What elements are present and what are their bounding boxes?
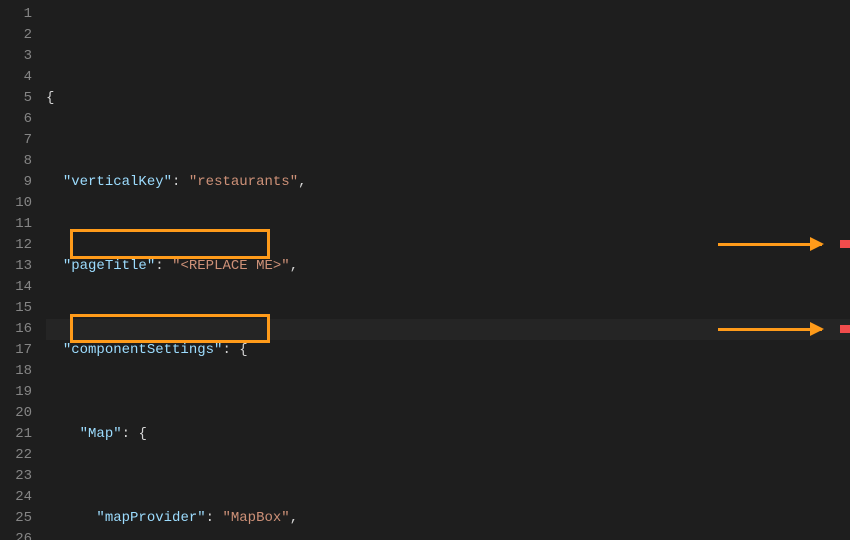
line-number: 26 [0, 529, 32, 540]
highlight-box-line12 [70, 229, 270, 259]
line-number: 3 [0, 46, 32, 67]
line-number: 8 [0, 151, 32, 172]
line-number: 13 [0, 256, 32, 277]
error-marker-icon[interactable] [840, 240, 850, 248]
line-number-gutter: 1 2 3 4 5 6 7 8 9 10 11 12 13 14 15 16 1… [0, 0, 46, 540]
line-number: 6 [0, 109, 32, 130]
line-number: 12 [0, 235, 32, 256]
line-number: 18 [0, 361, 32, 382]
line-number: 20 [0, 403, 32, 424]
line-number: 21 [0, 424, 32, 445]
code-line[interactable]: { [46, 88, 850, 109]
line-number: 4 [0, 67, 32, 88]
line-number: 15 [0, 298, 32, 319]
line-number: 16 [0, 319, 32, 340]
line-number: 1 [0, 4, 32, 25]
line-number: 11 [0, 214, 32, 235]
code-line[interactable]: "Map": { [46, 424, 850, 445]
code-line[interactable]: "pageTitle": "<REPLACE ME>", [46, 256, 850, 277]
overview-ruler[interactable] [840, 0, 850, 540]
code-editor[interactable]: 1 2 3 4 5 6 7 8 9 10 11 12 13 14 15 16 1… [0, 0, 850, 540]
line-number: 22 [0, 445, 32, 466]
code-area[interactable]: { "verticalKey": "restaurants", "pageTit… [46, 0, 850, 540]
arrow-right-icon [718, 243, 822, 246]
line-number: 14 [0, 277, 32, 298]
code-line[interactable]: "componentSettings": { [46, 340, 850, 361]
line-number: 10 [0, 193, 32, 214]
highlight-box-line16 [70, 314, 270, 343]
line-number: 7 [0, 130, 32, 151]
error-marker-icon[interactable] [840, 325, 850, 333]
code-line[interactable]: "mapProvider": "MapBox", [46, 508, 850, 529]
line-number: 2 [0, 25, 32, 46]
line-number: 5 [0, 88, 32, 109]
code-line[interactable]: "verticalKey": "restaurants", [46, 172, 850, 193]
line-number: 23 [0, 466, 32, 487]
line-number: 24 [0, 487, 32, 508]
line-number: 19 [0, 382, 32, 403]
line-number: 25 [0, 508, 32, 529]
line-number: 17 [0, 340, 32, 361]
line-number: 9 [0, 172, 32, 193]
arrow-right-icon [718, 328, 822, 331]
